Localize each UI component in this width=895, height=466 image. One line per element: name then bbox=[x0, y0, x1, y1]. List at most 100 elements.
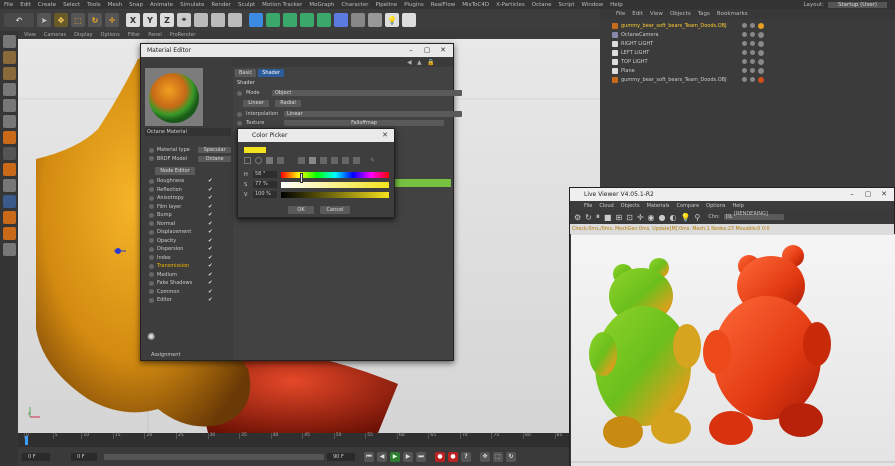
settings-mode-icon[interactable] bbox=[353, 157, 360, 164]
render-dot[interactable] bbox=[750, 23, 755, 28]
channel-enable-checkbox[interactable]: ✔ bbox=[208, 229, 213, 235]
dollar-icon[interactable] bbox=[2, 195, 16, 208]
color-picker-close-icon[interactable]: ✕ bbox=[379, 131, 391, 140]
restart-render-icon[interactable]: ↻ bbox=[585, 213, 592, 222]
points-mode-icon[interactable] bbox=[2, 99, 16, 112]
object-name[interactable]: LEFT LIGHT bbox=[621, 50, 739, 56]
mixer-mode-icon[interactable] bbox=[331, 157, 338, 164]
make-editable-icon[interactable] bbox=[2, 35, 16, 48]
coordinate-system-icon[interactable]: ⌖ bbox=[177, 13, 191, 27]
object-row[interactable]: gummy_bear_soft_bears_Team_Doods.OBJ bbox=[600, 75, 895, 84]
move-icon[interactable]: ✥ bbox=[54, 13, 68, 27]
texture-mode-icon[interactable] bbox=[2, 67, 16, 80]
select-arrow-icon[interactable]: ➤ bbox=[37, 13, 51, 27]
object-manager-menu-item[interactable]: Objects bbox=[670, 11, 691, 17]
render-dot[interactable] bbox=[750, 41, 755, 46]
menu-item[interactable]: File bbox=[4, 2, 13, 8]
render-dot[interactable] bbox=[750, 50, 755, 55]
grid-icon[interactable] bbox=[2, 243, 16, 256]
visibility-dot[interactable] bbox=[742, 41, 747, 46]
nav-up-icon[interactable]: ▲ bbox=[417, 59, 422, 66]
object-row[interactable]: LEFT LIGHT bbox=[600, 48, 895, 57]
live-viewer-menu-item[interactable]: Cloud bbox=[599, 203, 613, 209]
channel-enable-checkbox[interactable]: ✔ bbox=[208, 255, 213, 261]
menu-item[interactable]: Animate bbox=[150, 2, 173, 8]
object-row[interactable]: TOP LIGHT bbox=[600, 57, 895, 66]
maximize-icon[interactable]: ▢ bbox=[421, 46, 433, 55]
channel-enable-checkbox[interactable]: ✔ bbox=[208, 238, 213, 244]
object-name[interactable]: OctaneCamera bbox=[621, 32, 739, 38]
image-picker-icon[interactable] bbox=[277, 157, 284, 164]
live-viewer-menu-item[interactable]: File bbox=[584, 203, 592, 209]
menu-item[interactable]: Motion Tracker bbox=[262, 2, 302, 8]
transform-icon[interactable]: ✛ bbox=[105, 13, 119, 27]
frame-range-slider[interactable] bbox=[104, 453, 324, 460]
object-row[interactable]: Plane bbox=[600, 66, 895, 75]
snap-icon[interactable] bbox=[2, 163, 16, 176]
menu-item[interactable]: Sculpt bbox=[238, 2, 255, 8]
rotation-key-icon[interactable]: ↻ bbox=[506, 451, 516, 462]
object-row[interactable]: RIGHT LIGHT bbox=[600, 39, 895, 48]
material-pick-icon[interactable]: ◉ bbox=[648, 213, 655, 222]
menu-item[interactable]: MoGraph bbox=[309, 2, 334, 8]
menu-item[interactable]: Plugins bbox=[404, 2, 424, 8]
channel-enable-checkbox[interactable]: ✔ bbox=[208, 212, 213, 218]
color-circle-icon[interactable] bbox=[255, 157, 262, 164]
camera-icon[interactable] bbox=[368, 13, 382, 27]
hue-slider-handle[interactable] bbox=[300, 173, 303, 183]
channel-enable-checkbox[interactable]: ✔ bbox=[208, 297, 213, 303]
channel-item[interactable]: Roughness ✔ bbox=[145, 177, 231, 186]
object-manager-menu-item[interactable]: Bookmarks bbox=[717, 11, 748, 17]
menu-item[interactable]: Edit bbox=[20, 2, 31, 8]
assignment-label[interactable]: Assignment bbox=[151, 352, 180, 358]
channel-enable-checkbox[interactable]: ✔ bbox=[208, 272, 213, 278]
channel-enable-checkbox[interactable]: ✔ bbox=[208, 178, 213, 184]
material-tag-icon[interactable] bbox=[758, 40, 764, 47]
clay-mode-icon[interactable]: ● bbox=[659, 213, 666, 222]
play-icon[interactable]: ▶ bbox=[390, 451, 400, 462]
kelvin-mode-icon[interactable] bbox=[320, 157, 327, 164]
start-frame-field[interactable]: 0 F bbox=[71, 452, 97, 461]
channel-item[interactable]: Reflection ✔ bbox=[145, 186, 231, 195]
color-wheel-icon[interactable] bbox=[244, 157, 251, 164]
generator-icon[interactable] bbox=[283, 13, 297, 27]
record-icon[interactable]: ● bbox=[435, 451, 445, 462]
menu-item[interactable]: Simulate bbox=[180, 2, 204, 8]
end-frame-field[interactable]: 90 F bbox=[327, 452, 355, 461]
focus-pick-icon[interactable]: ✛ bbox=[637, 213, 644, 222]
render-settings-icon[interactable] bbox=[228, 13, 242, 27]
object-name[interactable]: TOP LIGHT bbox=[621, 59, 739, 65]
live-viewer-menu-item[interactable]: Compare bbox=[676, 203, 699, 209]
undo-icon[interactable]: ↶ bbox=[4, 13, 34, 27]
menu-item[interactable]: Create bbox=[38, 2, 56, 8]
render-dot[interactable] bbox=[750, 32, 755, 37]
octane-icon[interactable] bbox=[402, 13, 416, 27]
playhead[interactable] bbox=[25, 436, 28, 445]
channel-enable-checkbox[interactable]: ✔ bbox=[208, 187, 213, 193]
menu-item[interactable]: Character bbox=[341, 2, 368, 8]
enable-axis-icon[interactable] bbox=[2, 147, 16, 160]
viewport-menu-item[interactable]: View bbox=[24, 32, 36, 38]
object-name[interactable]: RIGHT LIGHT bbox=[621, 41, 739, 47]
menu-item[interactable]: Tools bbox=[87, 2, 101, 8]
sub-sampling-icon[interactable]: ◐ bbox=[670, 213, 677, 222]
viewport-menu-item[interactable]: Panel bbox=[148, 32, 162, 38]
edges-mode-icon[interactable] bbox=[2, 115, 16, 128]
prev-key-icon[interactable]: ◀ bbox=[377, 451, 387, 462]
render-view-icon[interactable] bbox=[211, 13, 225, 27]
channel-item[interactable]: Transmission ✔ bbox=[145, 262, 231, 271]
material-tag-icon[interactable] bbox=[758, 76, 764, 83]
saturation-slider[interactable] bbox=[281, 181, 389, 188]
scale-key-icon[interactable]: ⬚ bbox=[493, 451, 503, 462]
viewport-menu-item[interactable]: ProRender bbox=[170, 32, 196, 38]
radial-button[interactable]: Radial bbox=[275, 100, 301, 107]
cancel-button[interactable]: Cancel bbox=[320, 206, 350, 214]
sculpt-icon[interactable] bbox=[2, 227, 16, 240]
array-icon[interactable] bbox=[300, 13, 314, 27]
interpolation-dropdown[interactable]: Linear bbox=[284, 111, 462, 118]
object-name[interactable]: gummy_bear_soft_bears_Team_Doods.OBJ bbox=[621, 23, 739, 29]
go-end-icon[interactable]: ⏭ bbox=[416, 451, 426, 462]
object-manager-menu-item[interactable]: Tags bbox=[698, 11, 710, 17]
menu-item[interactable]: Octane bbox=[532, 2, 552, 8]
channel-enable-checkbox[interactable]: ✔ bbox=[208, 246, 213, 252]
